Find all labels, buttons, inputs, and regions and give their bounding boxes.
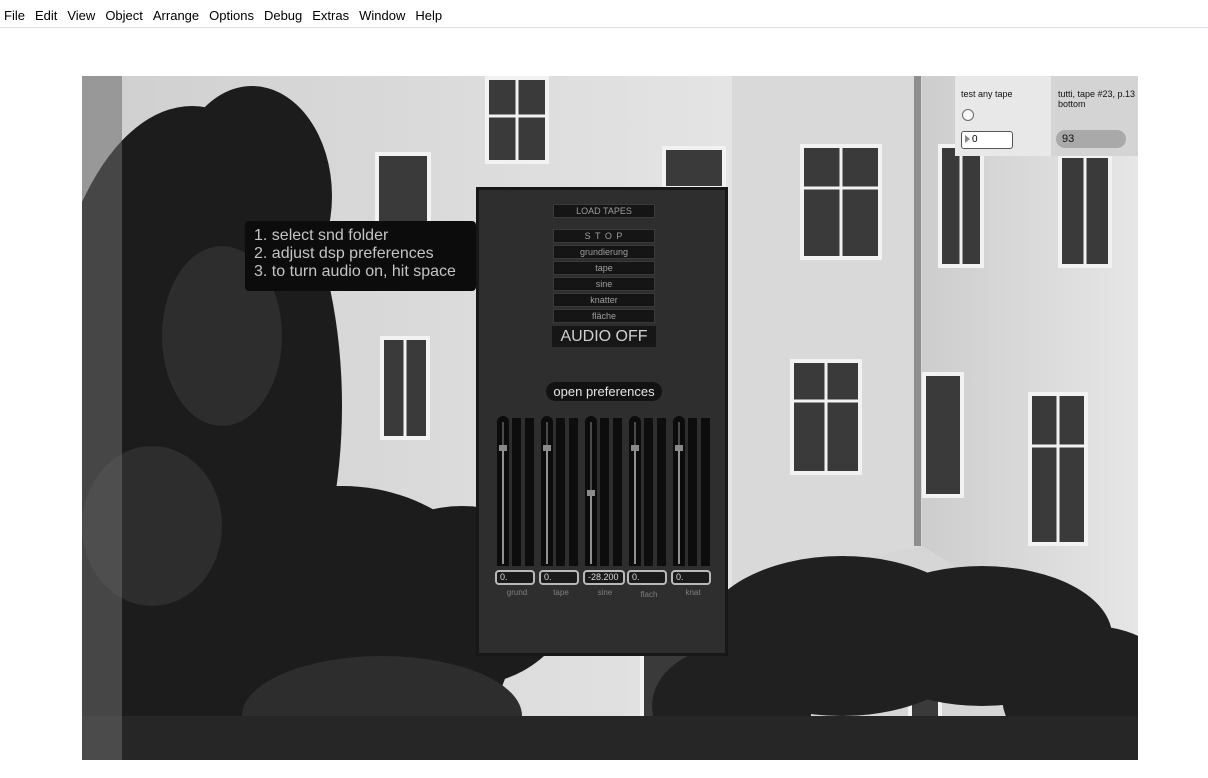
tape-number-value: 0: [972, 134, 978, 145]
tape-button[interactable]: tape: [553, 261, 655, 275]
load-tapes-button[interactable]: LOAD TAPES: [553, 204, 655, 218]
channel-label: grund: [506, 588, 528, 597]
open-preferences-button[interactable]: open preferences: [546, 382, 662, 401]
sine-button[interactable]: sine: [553, 277, 655, 291]
gain-number-box[interactable]: -28.200: [583, 570, 625, 585]
level-meter: [644, 418, 653, 566]
gain-number-box[interactable]: 0.: [671, 570, 711, 585]
level-meter: [556, 418, 565, 566]
menu-options[interactable]: Options: [204, 0, 259, 22]
channel-strip: 0. tape: [539, 416, 586, 597]
menu-file[interactable]: File: [4, 0, 30, 22]
grundierung-button[interactable]: grundierung: [553, 245, 655, 259]
flaeche-button[interactable]: fläche: [553, 309, 655, 323]
stop-button[interactable]: S T O P: [553, 229, 655, 243]
menu-help[interactable]: Help: [410, 0, 447, 22]
instruction-step-3: 3. to turn audio on, hit space: [254, 263, 456, 280]
instruction-step-1: 1. select snd folder: [254, 227, 389, 244]
tape-number-input[interactable]: 0: [961, 131, 1013, 149]
level-meter: [600, 418, 609, 566]
tutti-panel: tutti, tape #23, p.13 bottom 93: [1051, 76, 1138, 156]
menu-extras[interactable]: Extras: [307, 0, 354, 22]
level-meter: [569, 418, 578, 566]
menu-object[interactable]: Object: [100, 0, 148, 22]
gain-number-box[interactable]: 0.: [495, 570, 535, 585]
gain-slider[interactable]: [497, 416, 509, 566]
menu-bar: File Edit View Object Arrange Options De…: [0, 0, 1208, 28]
level-meter: [512, 418, 521, 566]
instructions-box: 1. select snd folder 2. adjust dsp prefe…: [245, 221, 476, 291]
gain-slider[interactable]: [585, 416, 597, 566]
channel-strip: 0. flach: [627, 416, 674, 599]
gain-number-box[interactable]: 0.: [627, 570, 667, 585]
gain-slider[interactable]: [673, 416, 685, 566]
menu-divider: [0, 27, 1208, 28]
test-tape-panel: test any tape 0: [955, 76, 1051, 156]
level-meter: [701, 418, 710, 566]
level-meter: [525, 418, 534, 566]
level-meter: [613, 418, 622, 566]
menu-arrange[interactable]: Arrange: [148, 0, 204, 22]
channel-label: sine: [597, 588, 613, 597]
channel-strip: -28.200 sine: [583, 416, 630, 597]
menu-debug[interactable]: Debug: [259, 0, 307, 22]
test-tape-label: test any tape: [961, 89, 1013, 99]
menu-view[interactable]: View: [62, 0, 100, 22]
control-panel: LOAD TAPES S T O P grundierung tape sine…: [476, 187, 728, 656]
instruction-step-2: 2. adjust dsp preferences: [254, 245, 434, 262]
channel-strip: 0. grund: [495, 416, 542, 597]
toggle-circle-icon[interactable]: [962, 109, 974, 121]
channel-label: knat: [685, 588, 701, 597]
play-arrow-icon: [965, 135, 970, 143]
knatter-button[interactable]: knatter: [553, 293, 655, 307]
channel-strip: 0. knat: [671, 416, 718, 597]
tutti-number-box[interactable]: 93: [1056, 130, 1126, 148]
gain-slider[interactable]: [629, 416, 641, 566]
level-meter: [688, 418, 697, 566]
gain-number-box[interactable]: 0.: [539, 570, 579, 585]
channel-label: flach: [640, 590, 658, 599]
level-meter: [657, 418, 666, 566]
gain-slider[interactable]: [541, 416, 553, 566]
menu-edit[interactable]: Edit: [30, 0, 62, 22]
menu-window[interactable]: Window: [354, 0, 410, 22]
tutti-label: tutti, tape #23, p.13 bottom: [1058, 89, 1136, 109]
audio-toggle-button[interactable]: AUDIO OFF: [552, 326, 656, 347]
channel-label: tape: [553, 588, 569, 597]
